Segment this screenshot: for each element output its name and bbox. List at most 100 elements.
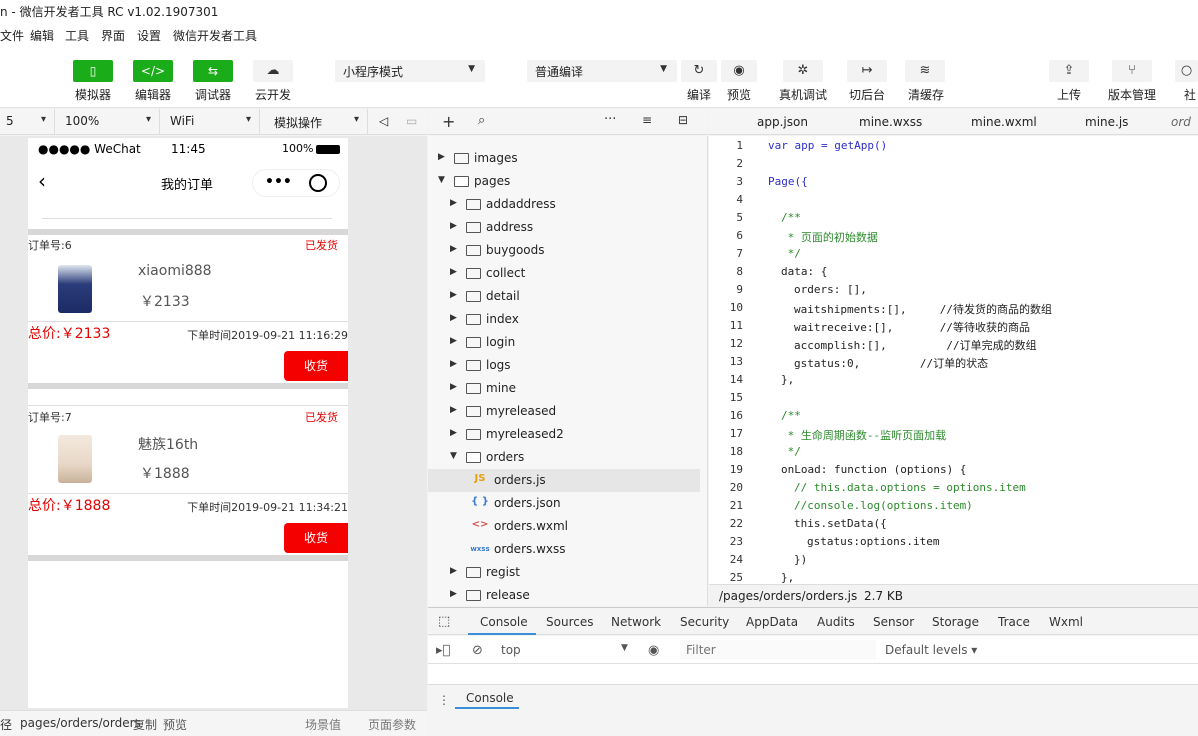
close-mini-icon[interactable] [309,174,327,192]
chevron-right-icon[interactable]: ▶ [450,244,457,254]
product-image[interactable] [58,435,92,483]
mode-select[interactable]: 小程序模式 ▼ [335,60,485,82]
menu-tools[interactable]: 工具 [65,27,89,44]
chevron-right-icon[interactable]: ▶ [450,336,457,346]
chevron-down-icon[interactable]: ▼ [438,175,445,185]
tree-item-orders-wxml[interactable]: <> orders.wxml [428,515,700,538]
chevron-right-icon[interactable]: ▶ [438,152,445,162]
chevron-right-icon[interactable]: ▶ [450,290,457,300]
tree-item-logs[interactable]: ▶ logs [428,354,700,377]
tree-item-release[interactable]: ▶ release [428,584,700,607]
tree-item-orders-js[interactable]: JS orders.js [428,469,700,492]
filter-input[interactable] [680,640,876,660]
simulator-button[interactable]: ▯ [73,60,113,82]
tree-item-orders-json[interactable]: { } orders.json [428,492,700,515]
tree-item-collect[interactable]: ▶ collect [428,262,700,285]
tab-wxml[interactable]: Wxml [1049,615,1083,629]
chevron-right-icon[interactable]: ▶ [450,405,457,415]
add-icon[interactable]: + [442,112,455,131]
community-button[interactable]: ○ [1175,60,1198,82]
tab-mine-wxss[interactable]: mine.wxss [859,109,939,135]
inspect-icon[interactable]: ⬚ [438,614,450,629]
tab-trace[interactable]: Trace [998,615,1030,629]
menu-file[interactable]: 文件 [0,27,24,44]
tree-item-mine[interactable]: ▶ mine [428,377,700,400]
sidebar-toggle-icon[interactable]: ▸⃞ [436,643,450,658]
tree-item-addaddress[interactable]: ▶ addaddress [428,193,700,216]
tree-item-orders[interactable]: ▼ orders [428,446,700,469]
editor-button[interactable]: </> [133,60,173,82]
tree-item-regist[interactable]: ▶ regist [428,561,700,584]
collapse-icon[interactable]: ⊟ [678,113,688,127]
menu-wechat-devtools[interactable]: 微信开发者工具 [173,27,257,44]
copy-link[interactable]: 复制 [133,716,157,733]
tab-audits[interactable]: Audits [817,615,855,629]
receive-button[interactable]: 收货 [284,523,348,553]
tab-network[interactable]: Network [611,615,661,629]
cloud-button[interactable]: ☁ [253,60,293,82]
chevron-right-icon[interactable]: ▶ [450,198,457,208]
tree-item-detail[interactable]: ▶ detail [428,285,700,308]
product-image[interactable] [58,265,92,313]
tree-item-login[interactable]: ▶ login [428,331,700,354]
tab-console[interactable]: Console [480,615,528,629]
console-output[interactable] [428,664,1198,684]
scene-value-button[interactable]: 场景值 [305,716,341,733]
tab-sensor[interactable]: Sensor [873,615,914,629]
action-select[interactable]: 模拟操作 ▾ [260,109,368,135]
chevron-right-icon[interactable]: ▶ [450,221,457,231]
code-editor[interactable]: 1 var app = getApp() 2 3 Page({4 5/** 6 * 页面的初… [709,136,1198,584]
menu-view[interactable]: 界面 [101,27,125,44]
zoom-select[interactable]: 100% ▾ [55,109,160,135]
tree-item-myreleased[interactable]: ▶ myreleased [428,400,700,423]
more-icon[interactable]: ··· [604,112,616,127]
menu-edit[interactable]: 编辑 [30,27,54,44]
capsule-menu[interactable]: ••• [252,169,340,197]
preview-button[interactable]: ◉ [721,60,757,82]
drawer-tab-console[interactable]: Console [466,691,514,705]
clear-cache-button[interactable]: ≋ [905,60,945,82]
tree-item-pages[interactable]: ▼ pages [428,170,700,193]
tab-mine-js[interactable]: mine.js [1085,109,1145,135]
tab-security[interactable]: Security [680,615,729,629]
chevron-right-icon[interactable]: ▶ [450,566,457,576]
debugger-button[interactable]: ⇆ [193,60,233,82]
device-select[interactable]: 5 ▾ [0,109,55,135]
levels-select[interactable]: Default levels ▾ [885,643,977,657]
tab-appdata[interactable]: AppData [746,615,798,629]
chevron-right-icon[interactable]: ▶ [450,428,457,438]
compile-button[interactable]: ↻ [681,60,717,82]
chevron-right-icon[interactable]: ▶ [450,382,457,392]
remote-debug-button[interactable]: ✲ [783,60,823,82]
tab-storage[interactable]: Storage [932,615,979,629]
menu-settings[interactable]: 设置 [137,27,161,44]
version-button[interactable]: ⑂ [1112,60,1152,82]
tab-app-json[interactable]: app.json [757,109,827,135]
tree-item-images[interactable]: ▶ images [428,147,700,170]
drawer-menu-icon[interactable]: ⋮ [438,693,450,707]
chevron-right-icon[interactable]: ▶ [450,313,457,323]
receive-button[interactable]: 收货 [284,351,348,381]
tab-orders-js[interactable]: ord [1171,109,1198,135]
clear-console-icon[interactable]: ⊘ [472,643,483,658]
tree-item-address[interactable]: ▶ address [428,216,700,239]
search-icon[interactable]: ⌕ [478,113,485,128]
back-arrow-icon[interactable]: ‹ [38,169,46,193]
tab-mine-wxml[interactable]: mine.wxml [971,109,1051,135]
sound-button[interactable]: ◁ [368,109,396,135]
page-params-button[interactable]: 页面参数 [368,716,416,733]
chevron-down-icon[interactable]: ▼ [450,451,457,461]
tree-item-orders-wxss[interactable]: wxss orders.wxss [428,538,700,561]
tree-item-myreleased2[interactable]: ▶ myreleased2 [428,423,700,446]
tab-sources[interactable]: Sources [546,615,593,629]
sort-icon[interactable]: ≡ [642,113,652,127]
background-button[interactable]: ↦ [847,60,887,82]
detach-button[interactable]: ▭ [396,109,426,135]
chevron-right-icon[interactable]: ▶ [450,359,457,369]
context-select[interactable]: top ▼ [491,640,635,660]
chevron-right-icon[interactable]: ▶ [450,267,457,277]
more-icon[interactable]: ••• [265,174,292,190]
network-select[interactable]: WiFi ▾ [160,109,260,135]
chevron-right-icon[interactable]: ▶ [450,589,457,599]
upload-button[interactable]: ⇪ [1049,60,1089,82]
